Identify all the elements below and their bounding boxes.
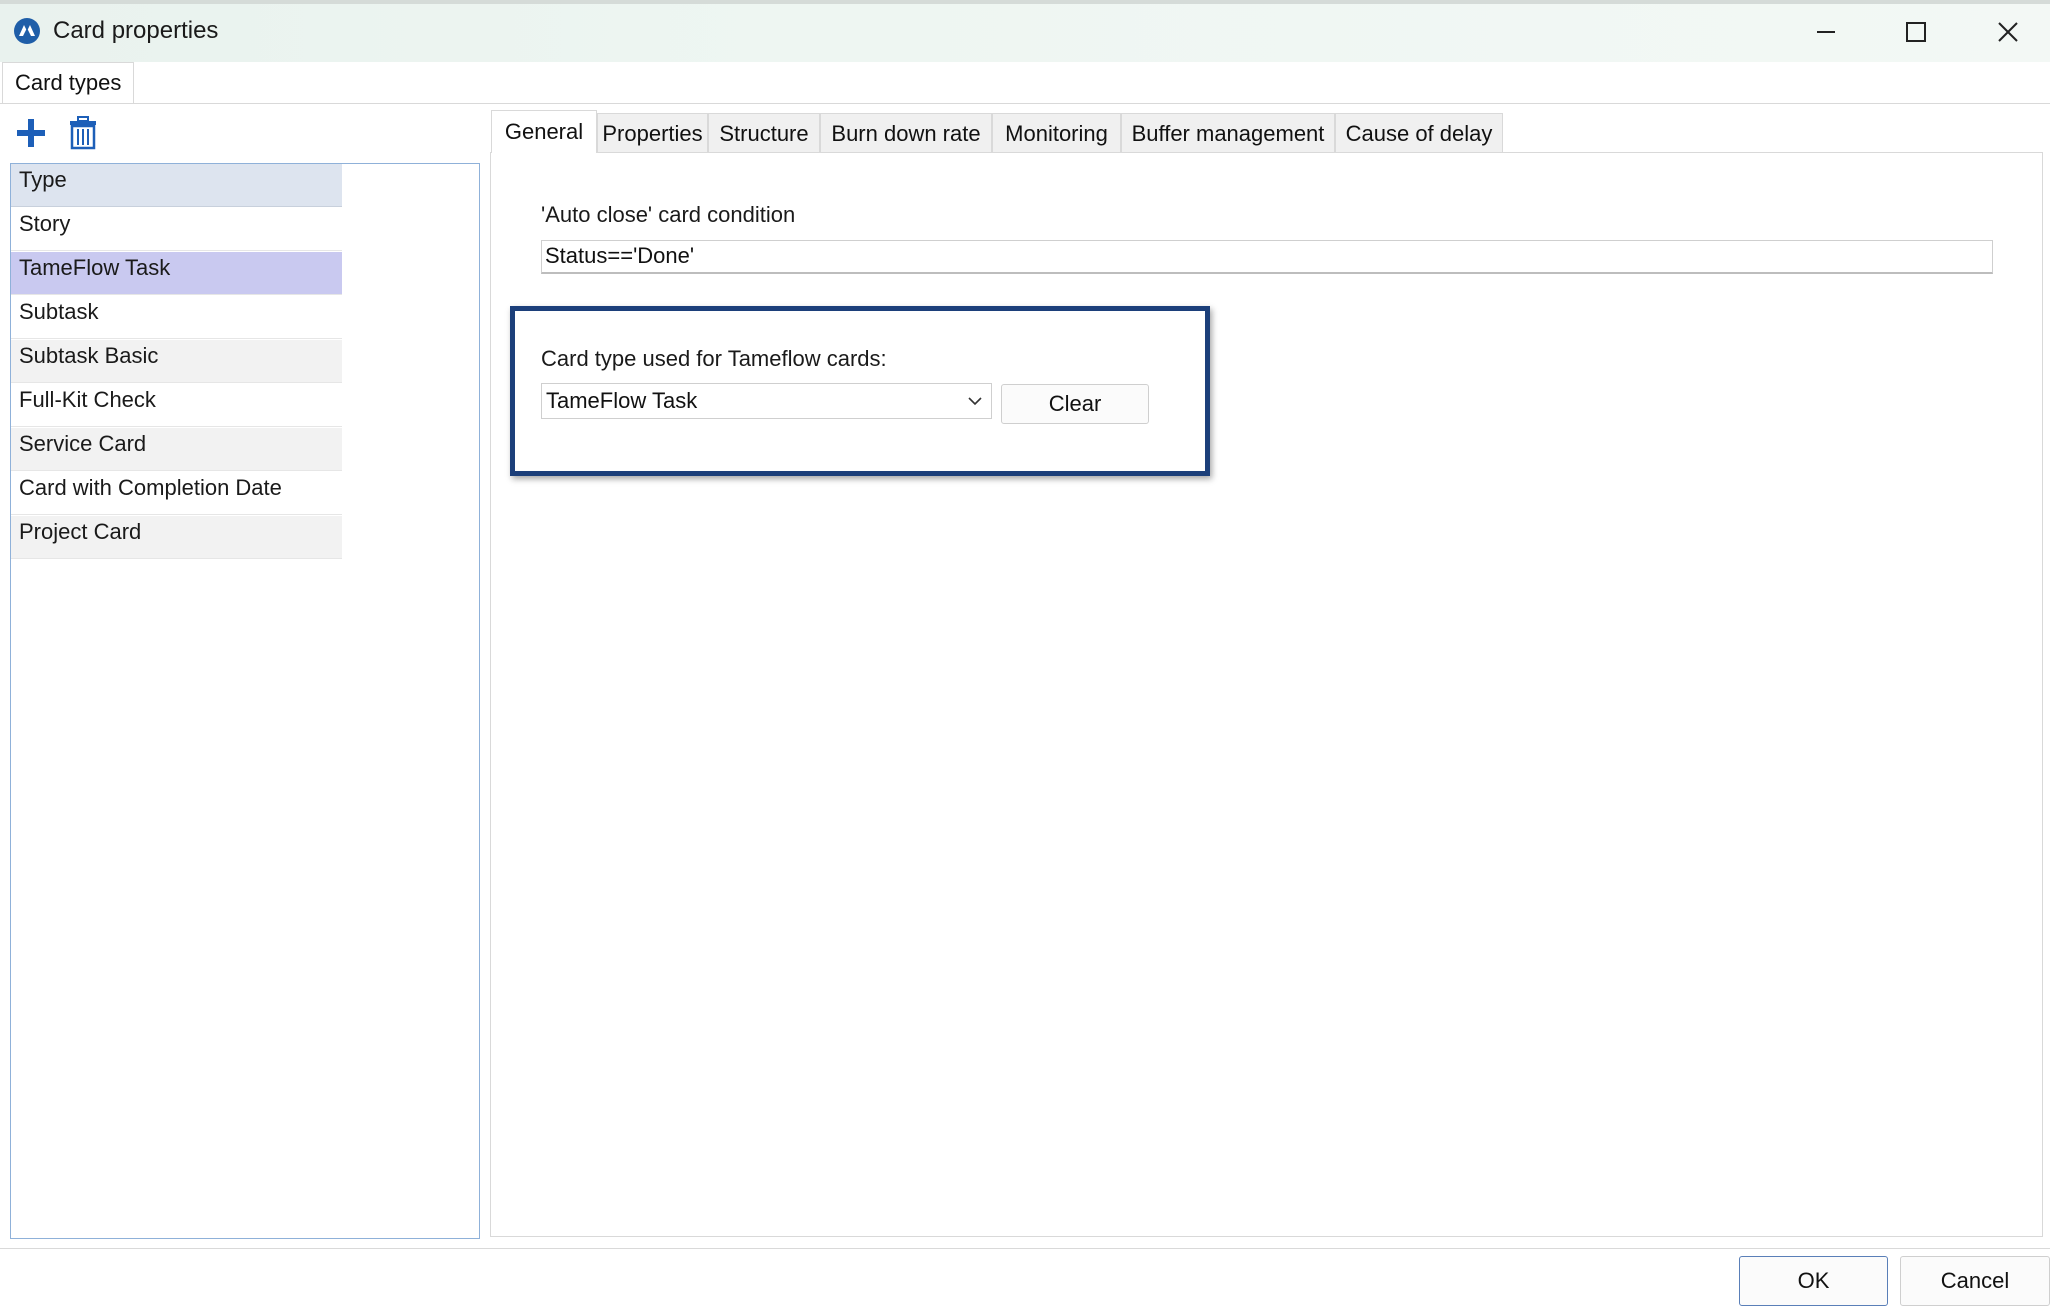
close-button[interactable] [1978,12,2038,52]
delete-card-type-button[interactable] [66,116,100,150]
tab-burn-down-rate[interactable]: Burn down rate [820,113,992,152]
title-bar-edge [0,0,2050,4]
window-title: Card properties [53,17,219,44]
maximize-icon [1906,22,1926,42]
chevron-down-icon [968,397,982,406]
clear-button[interactable]: Clear [1001,384,1149,424]
tameflow-card-type-label: Card type used for Tameflow cards: [541,346,887,371]
tab-properties[interactable]: Properties [597,113,708,152]
auto-close-label: 'Auto close' card condition [541,202,796,227]
list-item-story[interactable]: Story [11,208,342,251]
list-item-project-card[interactable]: Project Card [11,516,342,559]
trash-icon [70,116,96,150]
list-item-card-with-completion-date[interactable]: Card with Completion Date [11,472,342,515]
plus-icon [17,119,45,147]
list-item-tameflow-task[interactable]: TameFlow Task [11,252,342,295]
footer-divider [0,1248,2050,1249]
minimize-icon [1817,31,1835,33]
tab-buffer-management[interactable]: Buffer management [1121,113,1335,152]
list-header-type[interactable]: Type [11,164,342,207]
tab-monitoring[interactable]: Monitoring [992,113,1121,152]
list-item-subtask-basic[interactable]: Subtask Basic [11,340,342,383]
title-bar: Card properties [0,0,2050,62]
cancel-button[interactable]: Cancel [1900,1256,2050,1306]
list-item-full-kit-check[interactable]: Full-Kit Check [11,384,342,427]
tameflow-card-type-select[interactable]: TameFlow Task [541,383,992,419]
ok-button[interactable]: OK [1739,1256,1888,1306]
minimize-button[interactable] [1796,12,1856,52]
add-card-type-button[interactable] [14,116,48,150]
tab-cause-of-delay[interactable]: Cause of delay [1335,113,1503,152]
tab-general[interactable]: General [491,110,597,153]
auto-close-condition-input[interactable]: Status=='Done' [541,240,1993,274]
app-logo-icon [12,16,42,46]
close-icon [1998,22,2018,42]
card-type-list: Type Story TameFlow Task Subtask Subtask… [10,163,480,1239]
maximize-button[interactable] [1886,12,1946,52]
tab-structure[interactable]: Structure [708,113,820,152]
outer-tab-strip: Card types [0,62,2050,104]
tameflow-card-type-value: TameFlow Task [546,388,698,413]
list-item-service-card[interactable]: Service Card [11,428,342,471]
list-item-subtask[interactable]: Subtask [11,296,342,339]
card-type-toolbar [14,112,100,154]
tab-card-types[interactable]: Card types [2,62,135,103]
